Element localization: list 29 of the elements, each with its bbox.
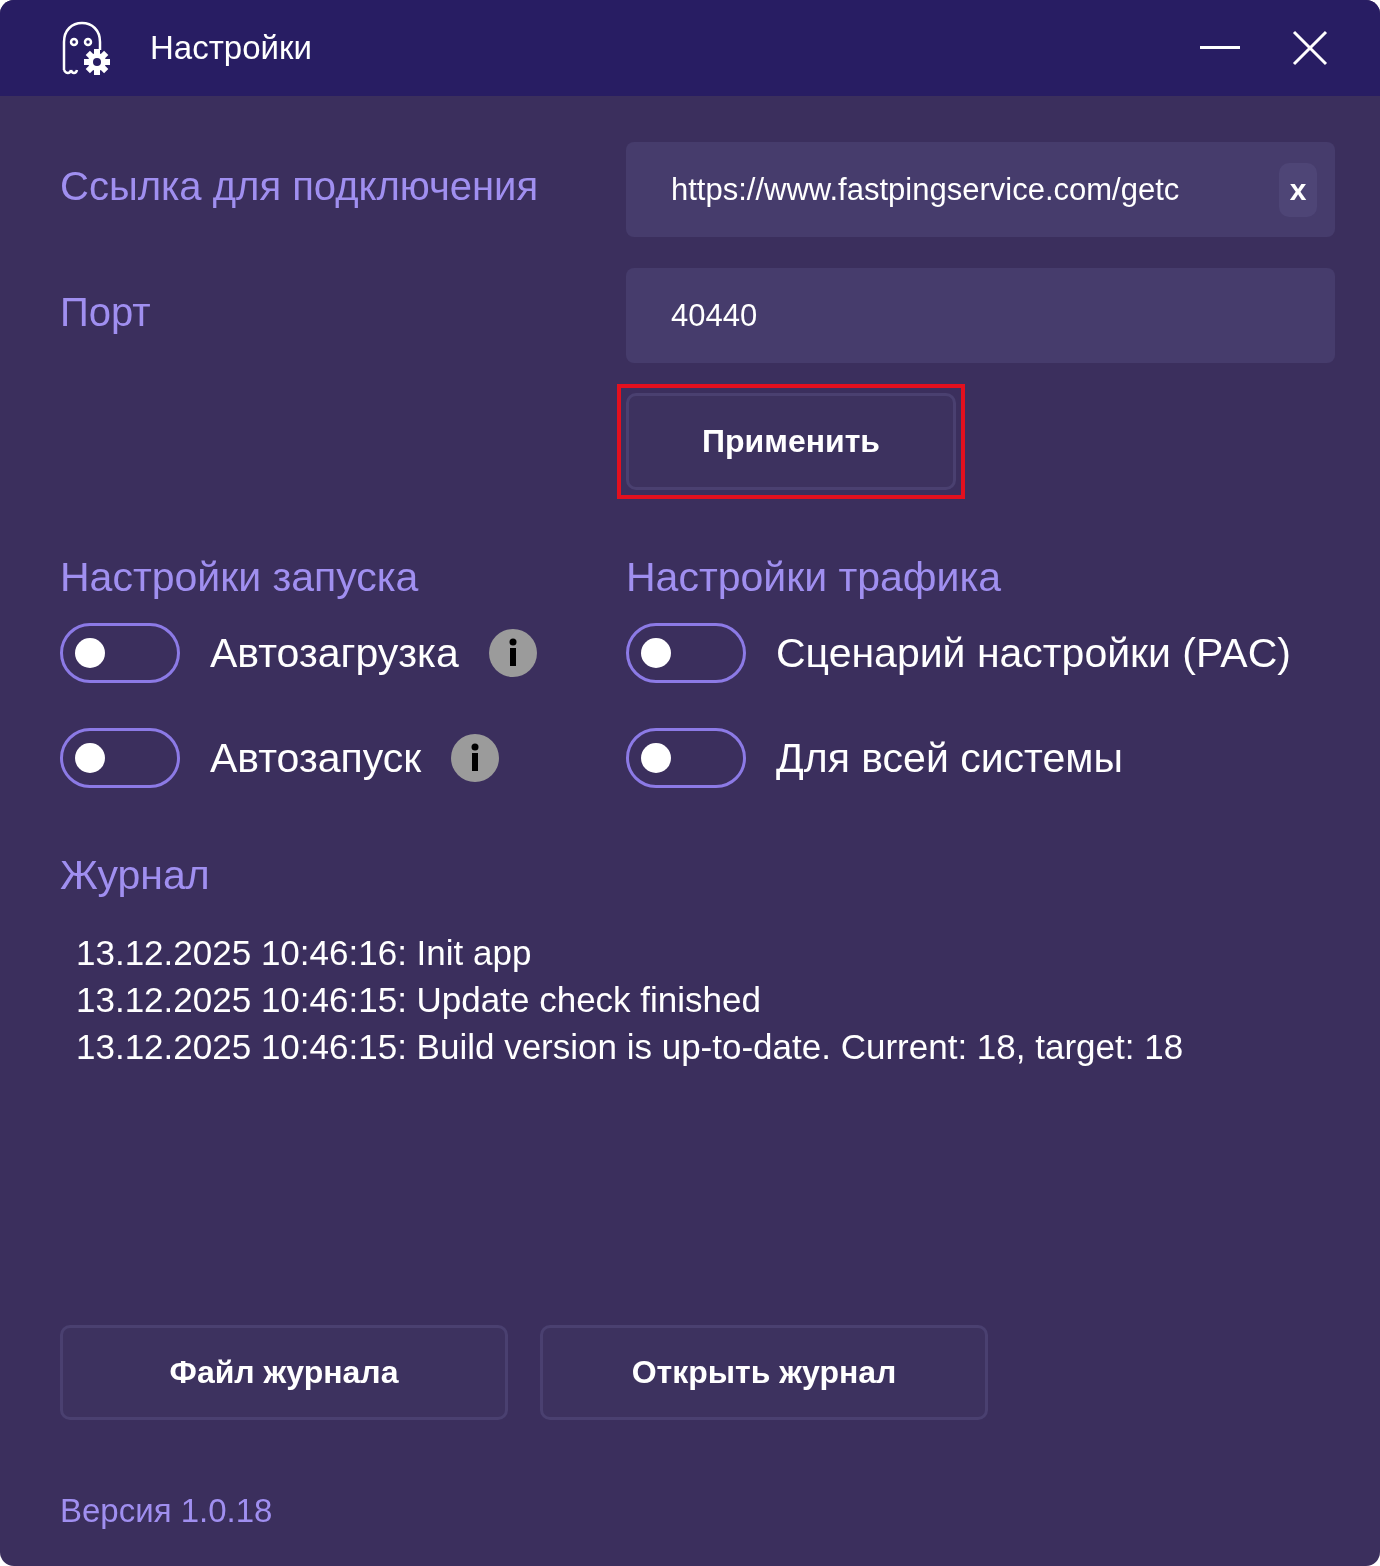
clear-button[interactable]: x xyxy=(1279,162,1317,217)
window-title: Настройки xyxy=(150,29,313,67)
ghost-gear-icon xyxy=(60,20,112,76)
info-icon[interactable] xyxy=(488,629,537,677)
log-button[interactable]: Файл журнала xyxy=(60,1325,508,1420)
port-field[interactable]: 40440 xyxy=(626,268,1335,363)
option-label: Автозапуск xyxy=(210,734,422,782)
option-label: Сценарий настройки (PAC) xyxy=(776,629,1291,677)
log-line: 13.12.2025 10:46:15: Build version is up-to-date. Current: 18, target: 18 xyxy=(76,1026,1185,1068)
field-label: Порт xyxy=(60,290,152,335)
url-field[interactable]: https://www.fastpingservice.com/getc x xyxy=(626,142,1335,237)
section-heading: Журнал xyxy=(60,852,210,898)
info-icon[interactable] xyxy=(451,734,500,782)
toggle-switch[interactable] xyxy=(60,623,180,683)
apply-button[interactable]: Применить xyxy=(626,393,956,490)
toggle-switch[interactable] xyxy=(626,623,746,683)
field-label: Ссылка для подключения xyxy=(60,164,540,209)
section-heading: Настройки трафика xyxy=(626,554,1002,600)
log-button[interactable]: Открыть журнал xyxy=(540,1325,988,1420)
option-label: Автозагрузка xyxy=(210,629,459,677)
minimize-icon xyxy=(1200,46,1240,50)
option-label: Для всей системы xyxy=(776,734,1123,782)
toggle-switch[interactable] xyxy=(626,728,746,788)
close-icon xyxy=(1292,30,1328,66)
version-label: Версия 1.0.18 xyxy=(60,1492,273,1530)
section-heading: Настройки запуска xyxy=(60,554,419,600)
log-line: 13.12.2025 10:46:15: Update check finished xyxy=(76,979,762,1021)
toggle-switch[interactable] xyxy=(60,728,180,788)
log-line: 13.12.2025 10:46:16: Init app xyxy=(76,932,533,974)
